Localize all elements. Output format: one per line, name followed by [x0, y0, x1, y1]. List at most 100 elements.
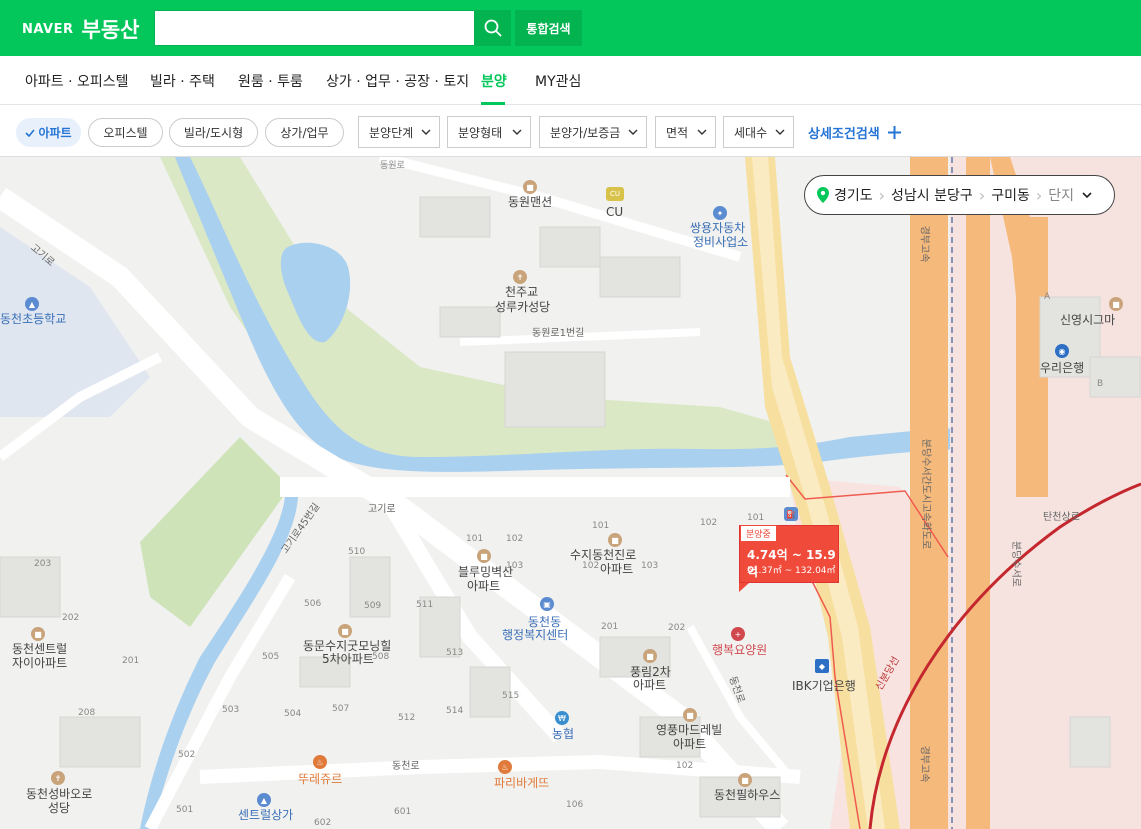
poi-youngpung[interactable]: 영풍마드레빌 [656, 723, 722, 737]
poi-suji[interactable]: 수지동천진로 [570, 548, 636, 562]
building-number: 512 [398, 713, 416, 723]
dropdown-type[interactable]: 분양형태 [447, 116, 531, 148]
building-number: B [1097, 379, 1104, 389]
road-label: 경부고속 [918, 225, 930, 263]
poi-dongmun-2: 5차아파트 [322, 652, 374, 666]
breadcrumb-separator: › [878, 185, 886, 205]
building-number: 202 [668, 623, 686, 633]
poi-cu[interactable]: CU [606, 205, 623, 219]
wrench-icon: ✦ [713, 206, 727, 220]
presale-area: 51.37㎡ ~ 132.04㎡ [747, 566, 836, 576]
building-number: 515 [502, 691, 520, 701]
poi-catholic-2: 성루카성당 [495, 300, 551, 314]
chevron-down-icon[interactable] [1082, 192, 1092, 198]
naver-logo[interactable]: NAVER [22, 22, 74, 37]
tab-oneroom-tworoom[interactable]: 원룸 · 투룸 [238, 71, 303, 91]
chip-commercial[interactable]: 상가/업무 [265, 118, 344, 147]
building-number: 101 [747, 513, 765, 523]
chip-officetel[interactable]: 오피스텔 [88, 118, 163, 147]
breadcrumb-separator: › [1035, 185, 1043, 205]
poi-central-mall[interactable]: 센트럴상가 [238, 808, 293, 822]
poi-ibk[interactable]: IBK기업은행 [792, 679, 856, 693]
poi-villa-house[interactable]: 동천필하우스 [714, 788, 780, 802]
poi-welfare-2: 행정복지센터 [502, 628, 569, 642]
chip-apartment[interactable]: 아파트 [16, 118, 81, 147]
map-view[interactable]: 동원로 동원맨션 CU 쌍용자동차 정비사업소 천주교 성루카성당 동원로1번길… [0, 157, 1141, 829]
building-number: 506 [304, 599, 322, 609]
tab-my-interest[interactable]: MY관심 [535, 71, 581, 91]
poi-ssangyong[interactable]: 쌍용자동차 [690, 221, 745, 235]
building-number: 201 [601, 622, 619, 632]
breadcrumb-city[interactable]: 성남시 분당구 [891, 185, 973, 205]
presale-price-marker[interactable]: 분양중 4.74억 ~ 15.9억 51.37㎡ ~ 132.04㎡ [739, 525, 839, 592]
breadcrumb-dong[interactable]: 구미동 [991, 185, 1030, 205]
government-icon: ▣ [540, 597, 554, 611]
poi-catholic[interactable]: 천주교 [505, 285, 538, 299]
tab-apartment-officetel[interactable]: 아파트 · 오피스텔 [25, 71, 129, 91]
breadcrumb-complex[interactable]: 단지 [1048, 185, 1074, 205]
search-box [154, 10, 475, 46]
dropdown-households[interactable]: 세대수 [723, 116, 794, 148]
poi-paris[interactable]: 파리바게뜨 [494, 776, 549, 790]
logo[interactable]: NAVER 부동산 [22, 14, 139, 44]
road-label: 분당수서간도시고속화도로 [920, 438, 932, 550]
school-icon: ▲ [25, 297, 39, 311]
marker-tail [739, 583, 749, 592]
dropdown-label: 분양단계 [369, 125, 414, 140]
building-number: 102 [676, 761, 694, 771]
building-number: 504 [284, 709, 302, 719]
poi-dongcheon-school[interactable]: 동천초등학교 [0, 312, 66, 326]
poi-seongba[interactable]: 동천성바오로 [26, 787, 92, 801]
poi-central[interactable]: 동천센트럴 [12, 642, 67, 656]
building-number: 102 [582, 561, 600, 571]
tab-presale[interactable]: 분양 [481, 71, 507, 91]
building-number: 201 [122, 656, 140, 666]
poi-tous[interactable]: 뚜레쥬르 [298, 772, 342, 786]
poi-nonghyup[interactable]: 농협 [552, 727, 574, 741]
poi-youngpung-2: 아파트 [673, 737, 707, 751]
tab-commercial[interactable]: 상가 · 업무 · 공장 · 토지 [326, 71, 469, 91]
bank-icon: ◉ [1055, 344, 1069, 358]
poi-dongwon-mansion[interactable]: 동원맨션 [508, 195, 552, 209]
building-icon: ■ [338, 624, 352, 638]
poi-happy[interactable]: 행복요양원 [712, 643, 767, 657]
search-button[interactable] [475, 10, 511, 46]
dropdown-area[interactable]: 면적 [655, 116, 716, 148]
building-icon: ■ [683, 708, 697, 722]
building-number: 511 [416, 600, 434, 610]
poi-welfare[interactable]: 동천동 [528, 615, 561, 629]
poi-bluming[interactable]: 블루밍벽산 [458, 565, 513, 579]
breadcrumb-separator: › [978, 185, 986, 205]
building-number: 502 [178, 750, 196, 760]
shop-icon: ▲ [257, 793, 271, 807]
search-input[interactable] [155, 11, 474, 45]
road-label: 동원로 [380, 161, 405, 171]
poi-woori[interactable]: 우리은행 [1040, 361, 1084, 375]
chip-label: 아파트 [38, 126, 72, 140]
bank-icon: ◆ [815, 659, 829, 673]
combined-search-button[interactable]: 통합검색 [515, 10, 582, 46]
building-number: 101 [592, 521, 610, 531]
poi-sinyoung[interactable]: 신영시그마 [1060, 313, 1115, 327]
road-label: 고기로 [368, 504, 396, 515]
building-number: 514 [446, 706, 464, 716]
advanced-search-button[interactable]: 상세조건검색 [808, 123, 901, 142]
building-number: 202 [62, 613, 80, 623]
convenience-store-icon: CU [606, 187, 624, 201]
breadcrumb-province[interactable]: 경기도 [834, 185, 873, 205]
chip-label: 상가/업무 [280, 126, 329, 140]
building-icon: ■ [1109, 297, 1123, 311]
dropdown-label: 세대수 [734, 125, 768, 140]
building-icon: ■ [523, 180, 537, 194]
header: NAVER 부동산 통합검색 [0, 0, 1141, 56]
poi-bluming-2: 아파트 [467, 579, 501, 593]
dropdown-stage[interactable]: 분양단계 [358, 116, 440, 148]
chip-villa[interactable]: 빌라/도시형 [169, 118, 258, 147]
dropdown-price[interactable]: 분양가/보증금 [539, 116, 647, 148]
dropdown-label: 면적 [666, 125, 689, 140]
church-icon: ✝ [513, 270, 527, 284]
poi-pungrim[interactable]: 풍림2차 [630, 665, 671, 679]
building-number: 602 [314, 818, 332, 828]
tab-villa-house[interactable]: 빌라 · 주택 [150, 71, 215, 91]
service-title[interactable]: 부동산 [82, 14, 140, 44]
